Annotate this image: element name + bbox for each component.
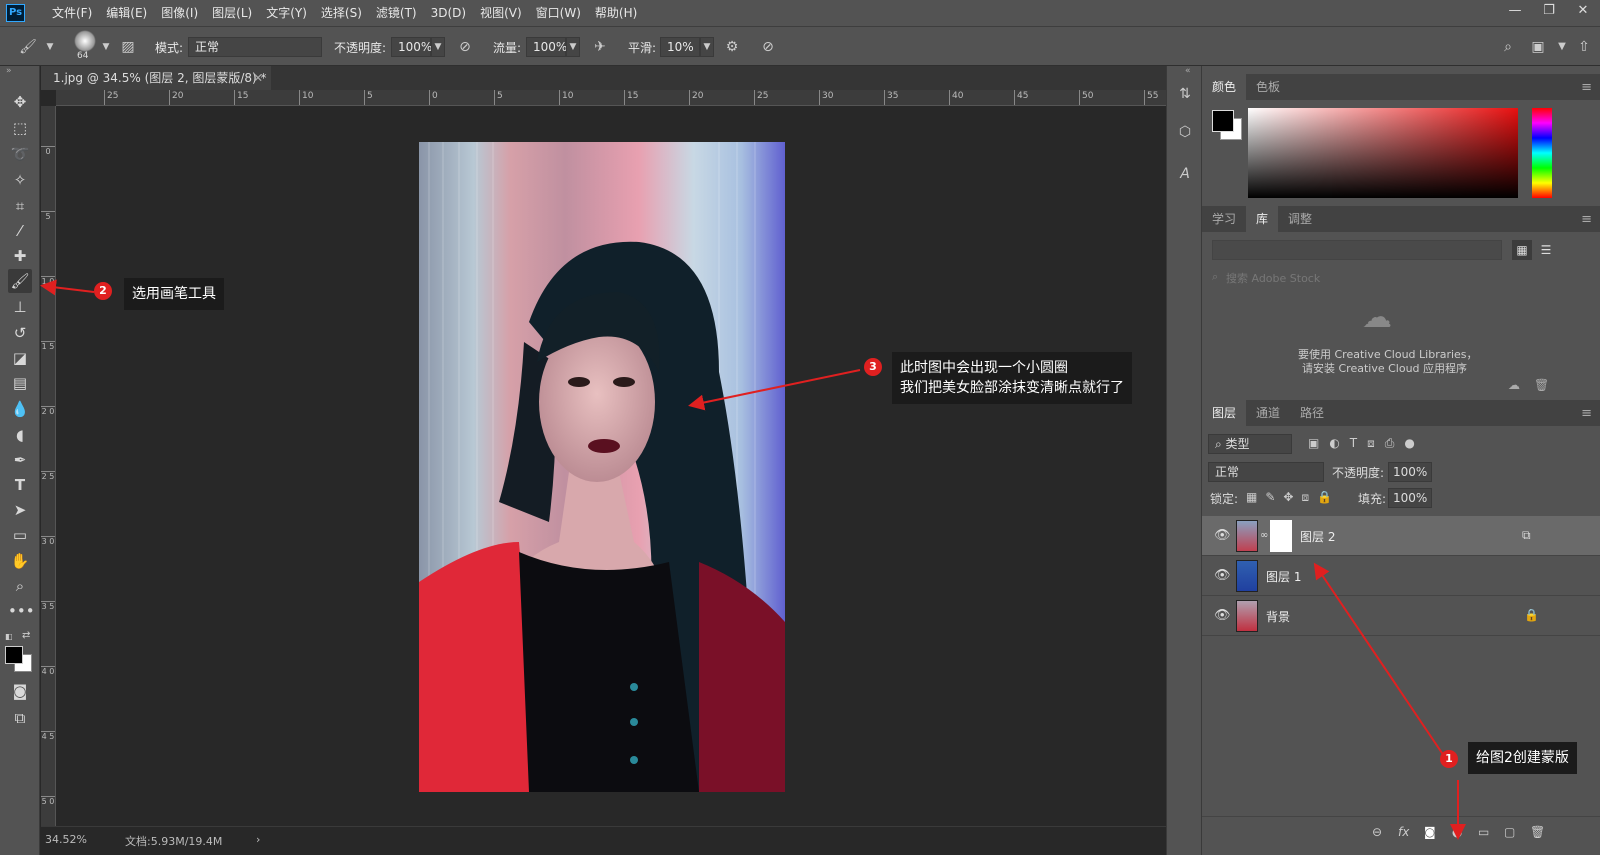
callout-text: 给图2创建蒙版 xyxy=(1468,742,1577,774)
arrow-to-face xyxy=(688,369,861,411)
callout-number: 2 xyxy=(94,282,112,300)
callout-text: 选用画笔工具 xyxy=(124,278,224,310)
callout-number: 1 xyxy=(1440,750,1458,768)
callout-number: 3 xyxy=(864,358,882,376)
annotation-arrows xyxy=(40,279,1466,840)
callout-text: 此时图中会出现一个小圆圈 我们把美女脸部涂抹变清晰点就行了 xyxy=(892,352,1132,404)
arrow-to-mask-thumb xyxy=(1313,562,1445,757)
arrow-to-brush-tool xyxy=(40,279,95,296)
